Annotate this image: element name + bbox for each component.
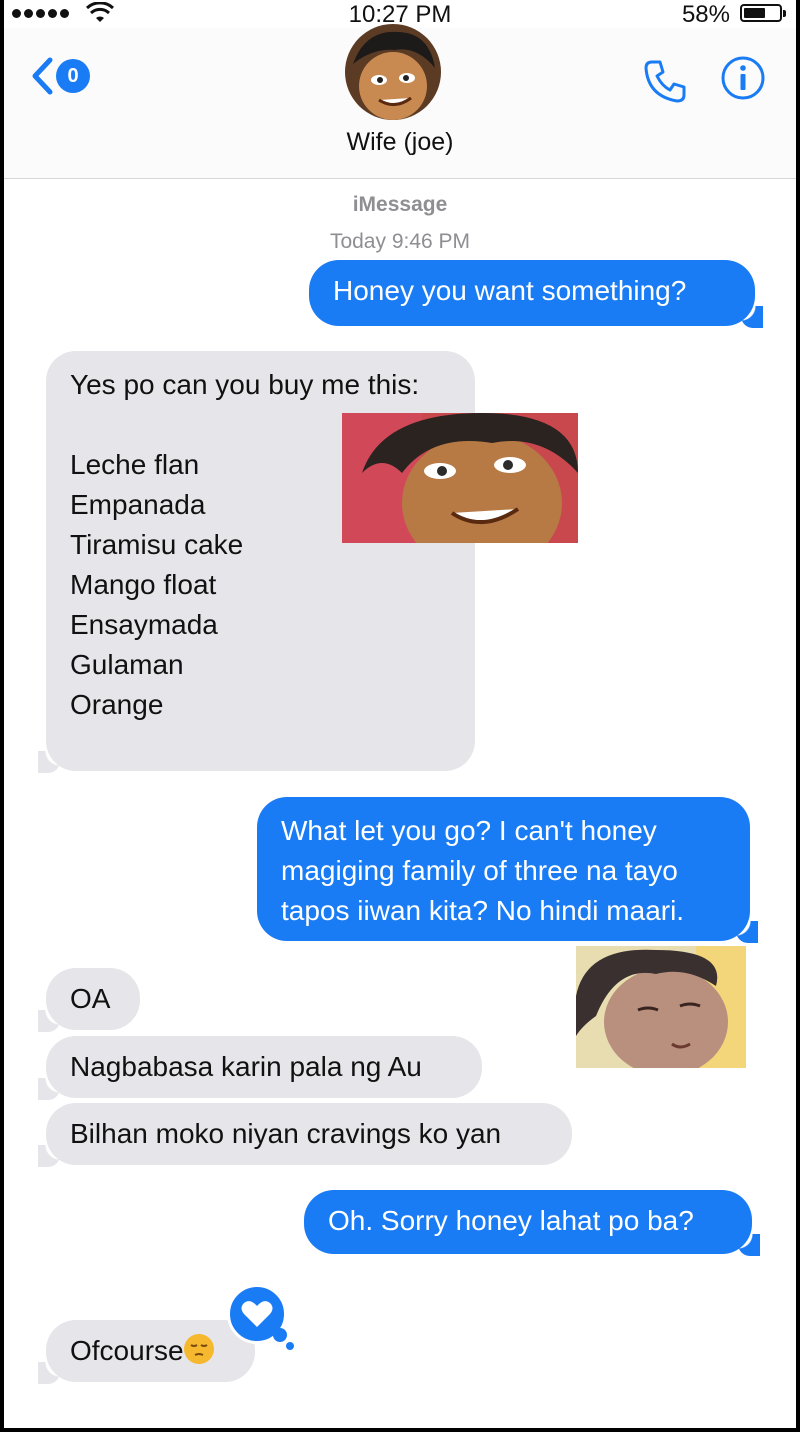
- pensive-face-emoji-icon: [183, 1334, 214, 1364]
- outgoing-message[interactable]: What let you go? I can't honey magiging …: [257, 797, 758, 943]
- info-icon[interactable]: [720, 55, 766, 101]
- unread-count-badge: 0: [56, 59, 90, 93]
- incoming-message[interactable]: Ofcourse: [38, 1320, 255, 1384]
- messages-screen: 10:27 PM 58% 0 Wife (joe) iMessage Today…: [4, 0, 796, 1428]
- incoming-message[interactable]: Nagbabasa karin pala ng Au: [38, 1036, 482, 1100]
- anime-sleeping-sticker: [576, 946, 746, 1068]
- contact-avatar[interactable]: [345, 24, 441, 120]
- reaction-tail: [286, 1342, 294, 1350]
- chevron-left-icon: [32, 57, 53, 95]
- outgoing-message[interactable]: Oh. Sorry honey lahat po ba?: [304, 1190, 760, 1256]
- anime-face-sticker: [342, 413, 578, 543]
- phone-call-icon[interactable]: [640, 56, 690, 106]
- incoming-message[interactable]: Bilhan moko niyan cravings ko yan: [38, 1103, 572, 1167]
- back-button[interactable]: 0: [30, 56, 90, 96]
- message-timestamp: Today 9:46 PM: [329, 230, 471, 253]
- contact-name[interactable]: Wife (joe): [4, 128, 796, 157]
- incoming-message[interactable]: OA: [38, 968, 140, 1032]
- service-label: iMessage: [352, 193, 448, 216]
- conversation-header: 0 Wife (joe): [4, 24, 796, 179]
- battery-percentage: 58%: [681, 1, 730, 28]
- reaction-tail: [273, 1328, 287, 1342]
- battery-icon: [740, 4, 786, 22]
- message-text: Ofcourse: [70, 1335, 184, 1366]
- outgoing-message[interactable]: Honey you want something?: [309, 260, 763, 328]
